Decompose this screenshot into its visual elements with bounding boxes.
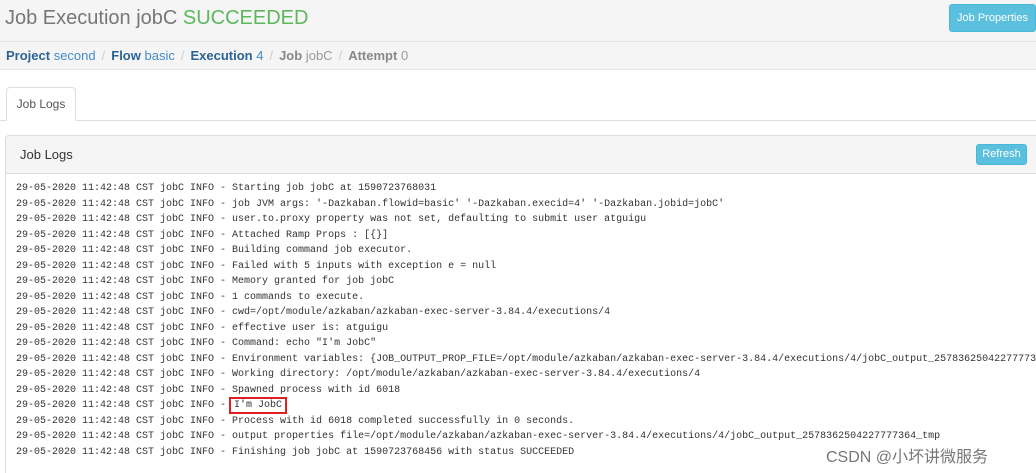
breadcrumb-project-key: Project: [6, 48, 51, 63]
log-prefix: 29-05-2020 11:42:48 CST jobC INFO -: [16, 322, 233, 334]
log-prefix: 29-05-2020 11:42:48 CST jobC INFO -: [16, 369, 233, 380]
log-line: 29-05-2020 11:42:48 CST jobC INFO - Buil…: [16, 243, 1036, 259]
breadcrumb-execution[interactable]: Execution 4: [190, 48, 263, 63]
breadcrumb: Project second / Flow basic / Execution 4 / Jo…: [0, 42, 1036, 70]
log-message-highlighted: I'm JobC: [229, 397, 288, 414]
log-line: 29-05-2020 11:42:48 CST jobC INFO - Proc…: [16, 414, 1036, 430]
breadcrumb-project-value: second: [53, 48, 96, 63]
log-line: 29-05-2020 11:42:48 CST jobC INFO - Work…: [16, 367, 1036, 383]
log-message: output properties file=/opt/module/azkab…: [232, 431, 941, 442]
log-message: 1 commands to execute.: [232, 291, 365, 303]
log-line: 29-05-2020 11:42:48 CST jobC INFO - user…: [16, 212, 1036, 228]
log-line: 29-05-2020 11:42:48 CST jobC INFO - Memo…: [16, 274, 1036, 290]
log-line: 29-05-2020 11:42:48 CST jobC INFO - job …: [16, 197, 1036, 213]
breadcrumb-attempt: Attempt 0: [348, 48, 408, 63]
log-message: Memory granted for job jobC: [232, 276, 395, 287]
log-message: cwd=/opt/module/azkaban/azkaban-exec-ser…: [232, 307, 611, 318]
log-prefix: 29-05-2020 11:42:48 CST jobC INFO -: [16, 338, 233, 349]
tab-bar-divider: [0, 120, 1036, 121]
log-message: Command: echo "I'm JobC": [232, 338, 377, 349]
log-message: job JVM args: '-Dazkaban.flowid=basic' '…: [232, 198, 725, 210]
log-prefix: 29-05-2020 11:42:48 CST jobC INFO -: [16, 198, 233, 210]
breadcrumb-attempt-key: Attempt: [348, 48, 398, 63]
breadcrumb-flow-key: Flow: [111, 48, 141, 63]
log-prefix: 29-05-2020 11:42:48 CST jobC INFO -: [16, 276, 233, 287]
job-logs-panel: Job Logs Refresh 29-05-2020 11:42:48 CST…: [5, 135, 1036, 473]
breadcrumb-execution-value: 4: [256, 48, 264, 63]
refresh-button[interactable]: Refresh: [976, 144, 1027, 165]
log-line: 29-05-2020 11:42:48 CST jobC INFO - effe…: [16, 321, 1036, 337]
log-line: 29-05-2020 11:42:48 CST jobC INFO - Star…: [16, 181, 1036, 197]
log-prefix: 29-05-2020 11:42:48 CST jobC INFO -: [16, 245, 233, 256]
log-message: Working directory: /opt/module/azkaban/a…: [232, 369, 701, 380]
log-prefix: 29-05-2020 11:42:48 CST jobC INFO -: [16, 400, 233, 411]
log-line: 29-05-2020 11:42:48 CST jobC INFO - Fail…: [16, 259, 1036, 275]
log-message: Environment variables: {JOB_OUTPUT_PROP_…: [232, 353, 1036, 365]
breadcrumb-separator: /: [269, 48, 274, 63]
log-message: effective user is: atguigu: [232, 322, 389, 334]
log-message: Building command job executor.: [232, 245, 413, 256]
job-status: SUCCEEDED: [182, 7, 309, 29]
breadcrumb-flow-value: basic: [144, 48, 175, 63]
breadcrumb-job: Job jobC: [279, 48, 333, 63]
log-line: 29-05-2020 11:42:48 CST jobC INFO - I'm …: [16, 397, 1036, 414]
log-message: user.to.proxy property was not set, defa…: [232, 214, 647, 225]
breadcrumb-job-value: jobC: [305, 48, 333, 63]
log-output: 29-05-2020 11:42:48 CST jobC INFO - Star…: [16, 181, 1036, 460]
log-prefix: 29-05-2020 11:42:48 CST jobC INFO -: [16, 260, 233, 272]
log-prefix: 29-05-2020 11:42:48 CST jobC INFO -: [16, 446, 233, 458]
breadcrumb-attempt-value: 0: [400, 48, 409, 63]
panel-heading: Job Logs Refresh: [6, 136, 1036, 174]
breadcrumb-job-key: Job: [279, 48, 303, 63]
log-prefix: 29-05-2020 11:42:48 CST jobC INFO -: [16, 307, 233, 318]
job-title: Job Execution jobC: [5, 7, 183, 29]
breadcrumb-flow[interactable]: Flow basic: [111, 48, 175, 63]
log-prefix: 29-05-2020 11:42:48 CST jobC INFO -: [16, 291, 233, 303]
log-prefix: 29-05-2020 11:42:48 CST jobC INFO -: [16, 214, 233, 225]
breadcrumb-separator: /: [338, 48, 343, 63]
breadcrumb-execution-key: Execution: [190, 48, 253, 63]
job-properties-button[interactable]: Job Properties: [949, 4, 1036, 32]
log-prefix: 29-05-2020 11:42:48 CST jobC INFO -: [16, 183, 233, 194]
log-prefix: 29-05-2020 11:42:48 CST jobC INFO -: [16, 384, 233, 396]
log-line: 29-05-2020 11:42:48 CST jobC INFO - Envi…: [16, 352, 1036, 368]
watermark: CSDN @小坏讲微服务: [826, 449, 989, 466]
log-prefix: 29-05-2020 11:42:48 CST jobC INFO -: [16, 415, 233, 427]
log-prefix: 29-05-2020 11:42:48 CST jobC INFO -: [16, 229, 233, 241]
log-message: Failed with 5 inputs with exception e = …: [232, 260, 497, 272]
breadcrumb-separator: /: [101, 48, 106, 63]
breadcrumb-project[interactable]: Project second: [6, 48, 96, 63]
log-line: 29-05-2020 11:42:48 CST jobC INFO - Spaw…: [16, 383, 1036, 399]
log-message: Process with id 6018 completed successfu…: [232, 415, 575, 427]
panel-title: Job Logs: [20, 147, 73, 162]
log-prefix: 29-05-2020 11:42:48 CST jobC INFO -: [16, 353, 233, 365]
log-line: 29-05-2020 11:42:48 CST jobC INFO - Atta…: [16, 228, 1036, 244]
log-message: Attached Ramp Props : [{}]: [232, 229, 389, 241]
tab-job-logs[interactable]: Job Logs: [6, 87, 76, 121]
page-header: Job Execution jobC SUCCEEDED Job Propert…: [0, 0, 1036, 42]
log-line: 29-05-2020 11:42:48 CST jobC INFO - 1 co…: [16, 290, 1036, 306]
page-title: Job Execution jobC SUCCEEDED: [5, 7, 308, 30]
log-line: 29-05-2020 11:42:48 CST jobC INFO - cwd=…: [16, 305, 1036, 321]
log-message: Spawned process with id 6018: [232, 384, 401, 396]
log-message: Starting job jobC at 1590723768031: [232, 183, 437, 194]
breadcrumb-separator: /: [180, 48, 185, 63]
log-message: Finishing job jobC at 1590723768456 with…: [232, 446, 575, 458]
log-line: 29-05-2020 11:42:48 CST jobC INFO - Comm…: [16, 336, 1036, 352]
log-prefix: 29-05-2020 11:42:48 CST jobC INFO -: [16, 431, 233, 442]
